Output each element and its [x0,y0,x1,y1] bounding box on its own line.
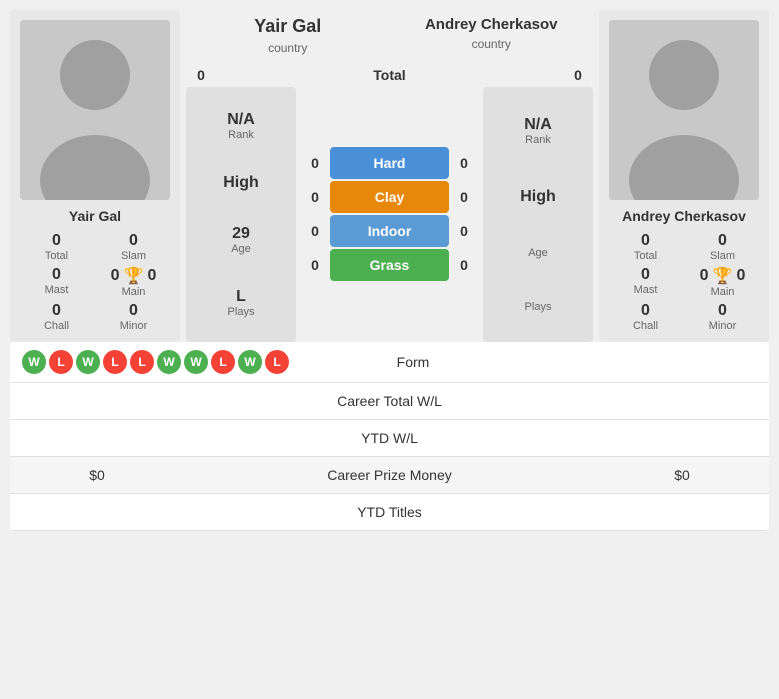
stat-main-right: 0 🏆 0 Main [686,266,759,298]
stat-slam-right: 0 Slam [686,232,759,262]
career-prize-label: Career Prize Money [172,467,607,483]
country-flag-left: country [268,41,307,55]
country-row-right: country [390,37,594,51]
hard-button[interactable]: Hard [330,147,449,179]
total-label: Total [216,67,563,83]
rank-block-left: N/A Rank [194,111,288,141]
age-block-right: Age [491,247,585,259]
form-badge-w: W [184,350,208,374]
clay-score-left: 0 [300,189,330,205]
form-badge-l: L [103,350,127,374]
indoor-button[interactable]: Indoor [330,215,449,247]
stat-mast-right: 0 Mast [609,266,682,298]
total-row: 0 Total 0 [186,63,593,87]
center-column: Yair Gal country Andrey Cherkasov countr… [186,10,593,342]
stat-mast-left: 0 Mast [20,266,93,298]
form-badge-w: W [76,350,100,374]
stat-total-left: 0 Total [20,232,93,262]
player-name-left: Yair Gal [69,208,121,224]
stat-minor-right: 0 Minor [686,302,759,332]
career-total-label: Career Total W/L [172,393,607,409]
form-badge-w: W [22,350,46,374]
career-prize-row: $0 Career Prize Money $0 [10,457,769,494]
form-badge-l: L [49,350,73,374]
clay-button[interactable]: Clay [330,181,449,213]
player-card-left: Yair Gal 0 Total 0 Slam 0 Mast 0 🏆 [10,10,180,342]
trophy-icon-right: 🏆 [713,266,733,286]
grass-score-right: 0 [449,257,479,273]
indoor-score-left: 0 [300,223,330,239]
rank-block-right: N/A Rank [491,116,585,146]
form-badges: WLWLLWWLWL [22,350,289,374]
grass-score-left: 0 [300,257,330,273]
form-badge-l: L [265,350,289,374]
player-avatar-right [609,20,759,200]
form-badge-l: L [211,350,235,374]
country-flag-right: country [472,37,511,51]
indoor-row: 0 Indoor 0 [300,215,479,247]
player-name-center-right: Andrey Cherkasov [390,10,594,37]
center-surfaces: 0 Hard 0 0 Clay 0 0 Indoor 0 [300,87,479,342]
career-total-row: Career Total W/L [10,383,769,420]
clay-row: 0 Clay 0 [300,181,479,213]
form-label: Form [289,354,537,370]
player-stats-grid-right: 0 Total 0 Slam 0 Mast 0 🏆 0 [609,232,759,332]
total-score-left: 0 [186,67,216,83]
age-block-left: 29 Age [194,225,288,255]
total-score-right: 0 [563,67,593,83]
indoor-score-right: 0 [449,223,479,239]
career-prize-right: $0 [607,467,757,483]
stat-main-left: 0 🏆 0 Main [97,266,170,298]
player-card-right: Andrey Cherkasov 0 Total 0 Slam 0 Mast 0 [599,10,769,342]
ytd-titles-row: YTD Titles [10,494,769,531]
high-block-right: High [491,188,585,206]
player-name-right: Andrey Cherkasov [622,208,746,224]
right-stats-panel: N/A Rank High Age Plays [483,87,593,342]
bottom-section: WLWLLWWLWL Form Career Total W/L YTD W/L… [10,342,769,531]
grass-button[interactable]: Grass [330,249,449,281]
grass-row: 0 Grass 0 [300,249,479,281]
player-name-center-left: Yair Gal [186,10,390,41]
player-avatar-left [20,20,170,200]
high-block-left: High [194,174,288,192]
country-row-left: country [186,41,390,55]
plays-block-left: L Plays [194,288,288,318]
stat-chall-right: 0 Chall [609,302,682,332]
hard-score-left: 0 [300,155,330,171]
hard-row: 0 Hard 0 [300,147,479,179]
surface-section: N/A Rank High 29 Age L Plays [186,87,593,342]
plays-block-right: Plays [491,301,585,313]
hard-score-right: 0 [449,155,479,171]
trophy-icon-left: 🏆 [124,266,144,286]
stat-chall-left: 0 Chall [20,302,93,332]
form-badge-l: L [130,350,154,374]
career-prize-left: $0 [22,467,172,483]
main-container: Yair Gal 0 Total 0 Slam 0 Mast 0 🏆 [0,0,779,541]
ytd-wl-row: YTD W/L [10,420,769,457]
player-stats-grid-left: 0 Total 0 Slam 0 Mast 0 🏆 0 [20,232,170,332]
form-row: WLWLLWWLWL Form [10,342,769,383]
stat-minor-left: 0 Minor [97,302,170,332]
form-badge-w: W [157,350,181,374]
stat-slam-left: 0 Slam [97,232,170,262]
ytd-titles-label: YTD Titles [172,504,607,520]
clay-score-right: 0 [449,189,479,205]
form-badge-w: W [238,350,262,374]
stat-total-right: 0 Total [609,232,682,262]
comparison-wrapper: Yair Gal 0 Total 0 Slam 0 Mast 0 🏆 [10,10,769,342]
left-stats-panel: N/A Rank High 29 Age L Plays [186,87,296,342]
ytd-wl-label: YTD W/L [172,430,607,446]
